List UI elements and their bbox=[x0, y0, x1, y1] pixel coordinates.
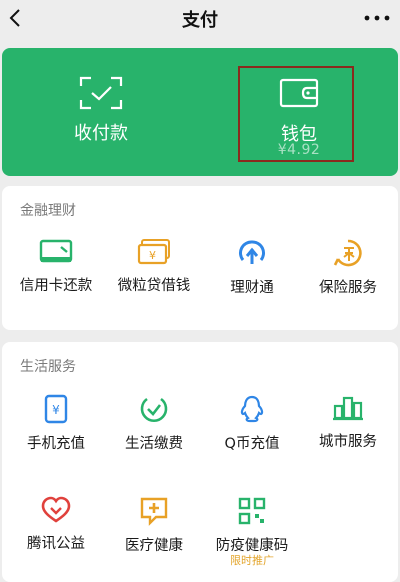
qcoin-topup-button[interactable]: Q币充值 bbox=[202, 394, 302, 453]
more-button[interactable] bbox=[360, 8, 394, 28]
payment-hero-card: 收付款 钱包 ¥4.92 bbox=[2, 48, 398, 176]
medical-icon bbox=[140, 497, 168, 526]
medical-health-label: 医疗健康 bbox=[125, 538, 183, 554]
city-service-button[interactable]: 城市服务 bbox=[298, 394, 398, 451]
receive-pay-button[interactable]: 收付款 bbox=[2, 48, 200, 176]
credit-card-repay-button[interactable]: 信用卡还款 bbox=[6, 238, 106, 295]
finance-section-title: 金融理财 bbox=[20, 203, 76, 219]
wallet-button[interactable]: 钱包 ¥4.92 bbox=[200, 48, 398, 176]
qcoin-icon bbox=[240, 395, 264, 423]
credit-card-icon bbox=[39, 239, 73, 263]
credit-card-repay-label: 信用卡还款 bbox=[19, 278, 93, 294]
svg-text:¥: ¥ bbox=[149, 249, 156, 262]
mobile-topup-icon: ¥ bbox=[44, 394, 68, 424]
bill-payment-icon bbox=[140, 397, 168, 422]
charity-icon bbox=[41, 496, 71, 523]
life-services-section: 生活服务 ¥ 手机充值 生活缴费 Q币充值 城市服务 腾讯公益 医疗健康 防疫健… bbox=[2, 342, 398, 582]
city-service-label: 城市服务 bbox=[319, 434, 377, 450]
health-code-icon bbox=[238, 497, 266, 525]
more-dots-icon bbox=[364, 15, 390, 21]
receive-pay-label: 收付款 bbox=[74, 123, 128, 144]
svg-text:¥: ¥ bbox=[52, 403, 60, 417]
tencent-charity-label: 腾讯公益 bbox=[27, 536, 85, 552]
tencent-charity-button[interactable]: 腾讯公益 bbox=[6, 496, 106, 553]
mobile-topup-button[interactable]: ¥ 手机充值 bbox=[6, 394, 106, 453]
licaitong-label: 理财通 bbox=[230, 280, 274, 296]
weilidai-loan-button[interactable]: ¥ 微粒贷借钱 bbox=[104, 238, 204, 295]
insurance-button[interactable]: 保险服务 bbox=[298, 238, 398, 297]
bill-payment-label: 生活缴费 bbox=[125, 436, 183, 452]
finance-section: 金融理财 信用卡还款 ¥ 微粒贷借钱 理财通 保险服务 bbox=[2, 186, 398, 330]
scan-check-icon bbox=[79, 76, 123, 110]
bill-payment-button[interactable]: 生活缴费 bbox=[104, 394, 204, 453]
loan-icon: ¥ bbox=[137, 239, 170, 265]
insurance-icon bbox=[333, 239, 362, 267]
insurance-label: 保险服务 bbox=[319, 280, 377, 296]
mobile-topup-label: 手机充值 bbox=[27, 436, 85, 452]
nav-bar: 支付 bbox=[0, 0, 400, 38]
city-service-icon bbox=[333, 396, 363, 421]
qcoin-topup-label: Q币充值 bbox=[224, 436, 280, 452]
promo-badge: 限时推广 bbox=[230, 554, 274, 567]
wealth-icon bbox=[238, 240, 266, 264]
licaitong-button[interactable]: 理财通 bbox=[202, 238, 302, 297]
page-title: 支付 bbox=[182, 10, 218, 31]
wallet-icon bbox=[279, 78, 319, 108]
health-code-button[interactable]: 防疫健康码 bbox=[202, 496, 302, 555]
life-services-title: 生活服务 bbox=[20, 359, 76, 375]
medical-health-button[interactable]: 医疗健康 bbox=[104, 496, 204, 555]
wallet-balance: ¥4.92 bbox=[277, 142, 321, 158]
weilidai-loan-label: 微粒贷借钱 bbox=[117, 278, 191, 294]
